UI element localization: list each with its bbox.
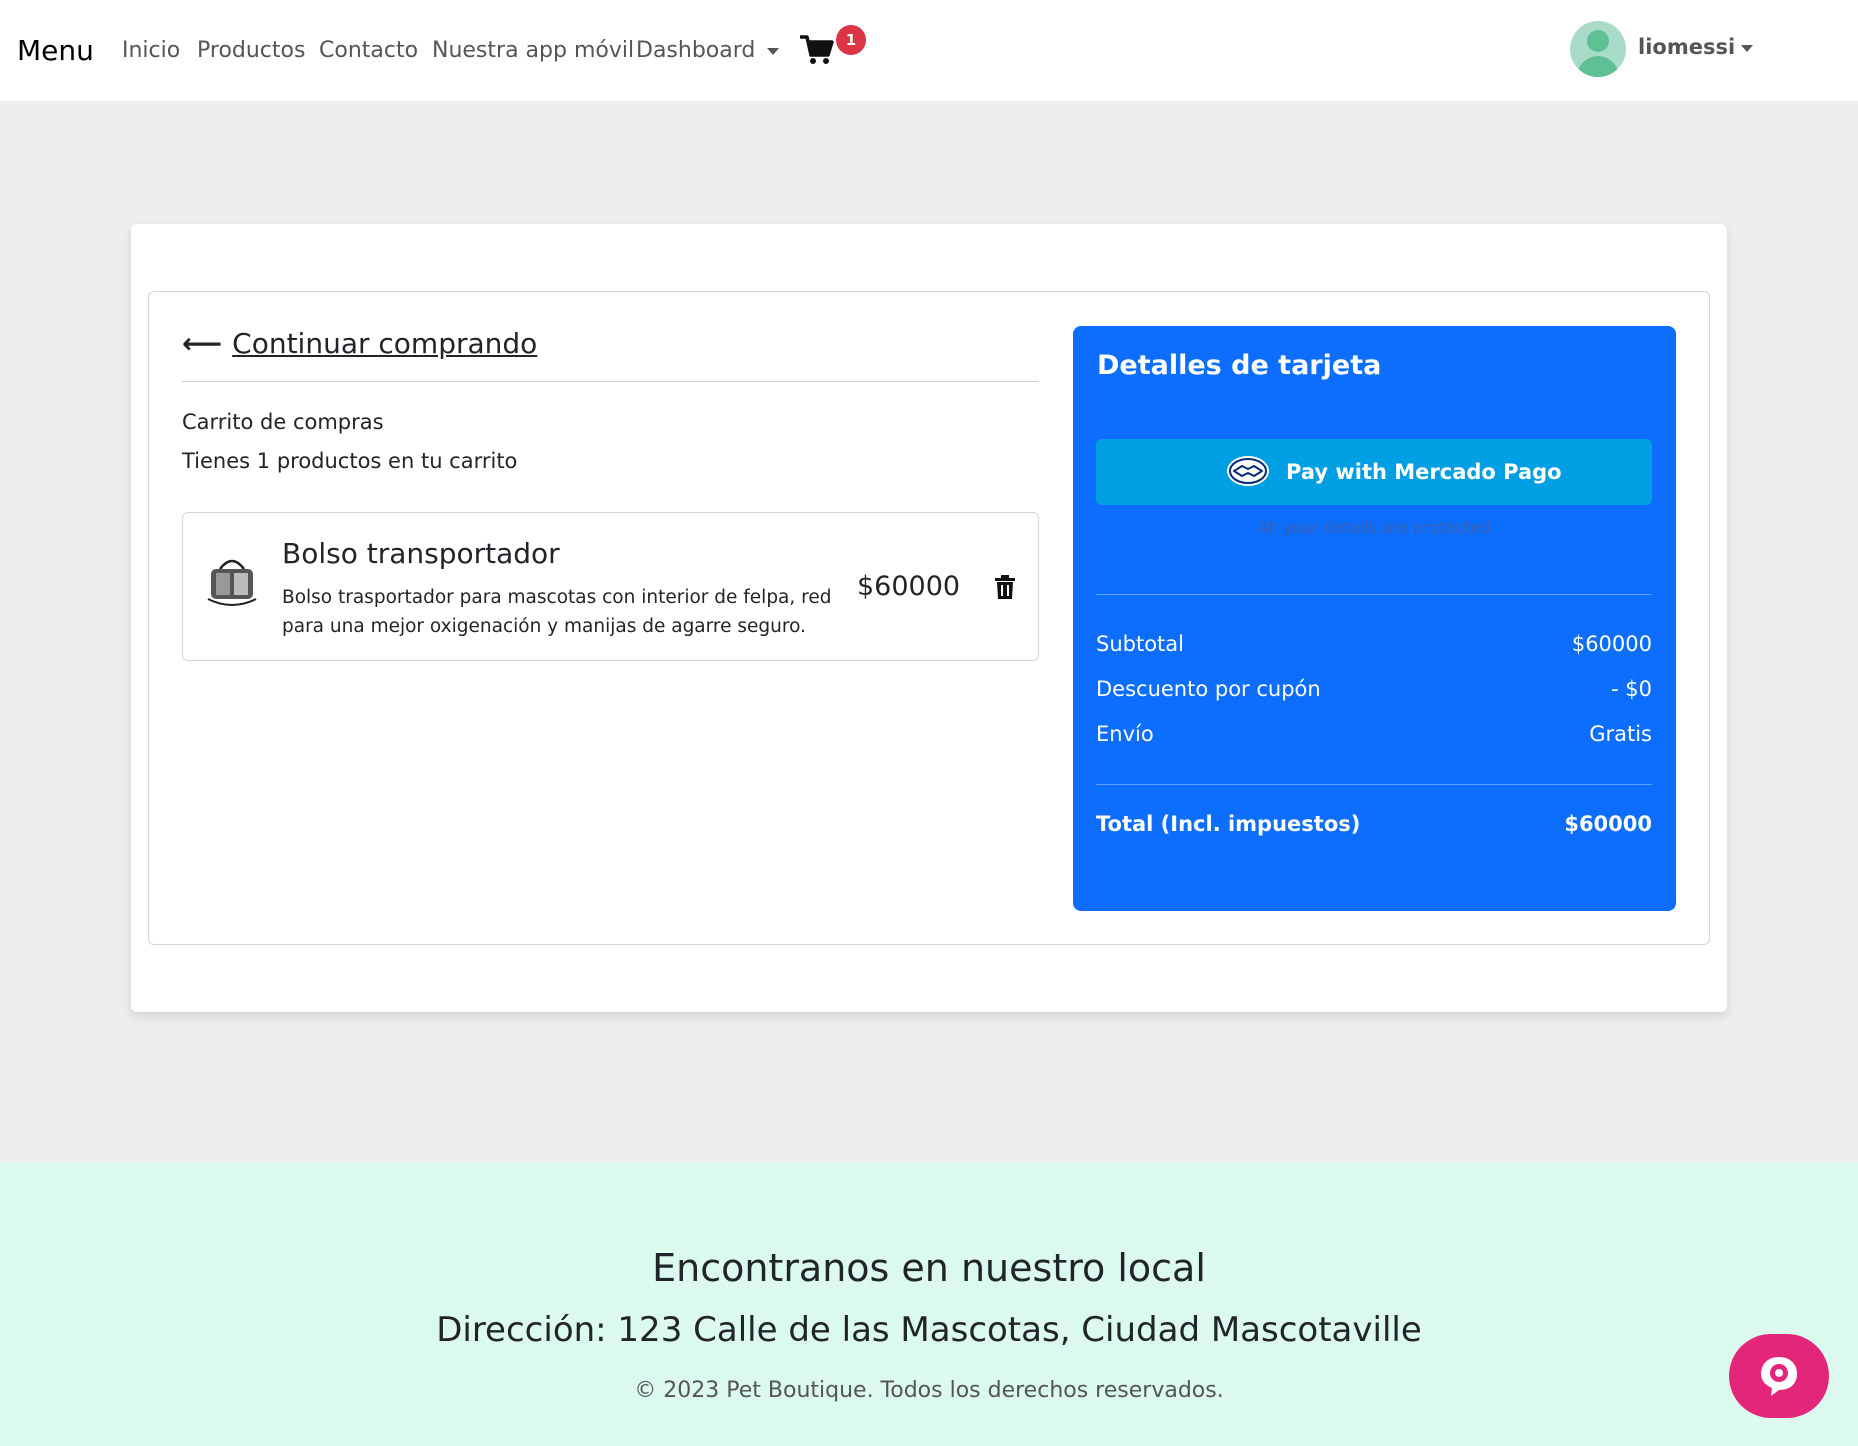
discount-row: Descuento por cupón - $0 (1096, 677, 1652, 701)
divider (1096, 594, 1652, 595)
divider (1096, 784, 1652, 785)
cart-title: Carrito de compras (182, 410, 384, 434)
footer-address: Dirección: 123 Calle de las Mascotas, Ci… (436, 1310, 1422, 1350)
product-name: Bolso transportador (282, 537, 560, 570)
total-value: $60000 (1564, 812, 1652, 836)
product-price: $60000 (857, 571, 961, 602)
mercado-pago-label: Pay with Mercado Pago (1286, 460, 1562, 484)
card-details-title: Detalles de tarjeta (1097, 350, 1382, 381)
cart-item: Bolso transportador Bolso trasportador p… (182, 512, 1039, 661)
chat-bot-icon (1761, 1357, 1797, 1396)
chat-bot-button[interactable] (1729, 1334, 1829, 1418)
trash-icon[interactable] (995, 575, 1015, 599)
mercado-pago-button[interactable]: Pay with Mercado Pago (1096, 439, 1652, 505)
menu-brand[interactable]: Menu (17, 34, 94, 67)
discount-label: Descuento por cupón (1096, 677, 1321, 701)
subtotal-label: Subtotal (1096, 632, 1184, 656)
user-avatar-icon[interactable] (1570, 21, 1626, 77)
total-row: Total (Incl. impuestos) $60000 (1096, 812, 1652, 836)
cart-count-badge: 1 (836, 25, 866, 55)
avatar-head (1587, 30, 1609, 52)
dashboard-label: Dashboard (636, 38, 756, 63)
shipping-value: Gratis (1589, 722, 1652, 746)
subtotal-row: Subtotal $60000 (1096, 632, 1652, 656)
product-bag-image (207, 559, 257, 606)
chevron-down-icon (767, 47, 780, 55)
protected-note: All your details are protected (1257, 518, 1491, 537)
continue-shopping-link[interactable]: ⟵ Continuar comprando (182, 327, 537, 360)
shipping-label: Envío (1096, 722, 1154, 746)
username: liomessi (1638, 35, 1736, 59)
footer-copyright: © 2023 Pet Boutique. Todos los derechos … (634, 1378, 1224, 1403)
footer-title: Encontranos en nuestro local (652, 1246, 1206, 1290)
avatar-body (1577, 56, 1619, 77)
nav-link-productos[interactable]: Productos (197, 38, 305, 63)
arrow-left-icon: ⟵ (182, 327, 223, 360)
top-navbar: Menu Inicio Productos Contacto Nuestra a… (0, 0, 1858, 101)
nav-link-contacto[interactable]: Contacto (319, 38, 418, 63)
footer (0, 1163, 1858, 1446)
discount-value: - $0 (1611, 677, 1652, 701)
user-dropdown[interactable]: liomessi (1638, 35, 1754, 59)
divider (182, 381, 1039, 382)
cart-icon[interactable] (800, 34, 834, 66)
nav-link-inicio[interactable]: Inicio (122, 38, 180, 63)
chevron-down-icon (1741, 44, 1754, 52)
subtotal-value: $60000 (1571, 632, 1652, 656)
continue-shopping-label: Continuar comprando (232, 327, 538, 360)
total-label: Total (Incl. impuestos) (1096, 812, 1361, 836)
mercado-pago-handshake-icon (1227, 456, 1269, 486)
product-description: Bolso trasportador para mascotas con int… (282, 587, 832, 637)
nav-link-app-movil[interactable]: Nuestra app móvil (432, 38, 634, 63)
shipping-row: Envío Gratis (1096, 722, 1652, 746)
nav-dropdown-dashboard[interactable]: Dashboard (636, 38, 780, 63)
cart-count-text: Tienes 1 productos en tu carrito (182, 449, 518, 473)
